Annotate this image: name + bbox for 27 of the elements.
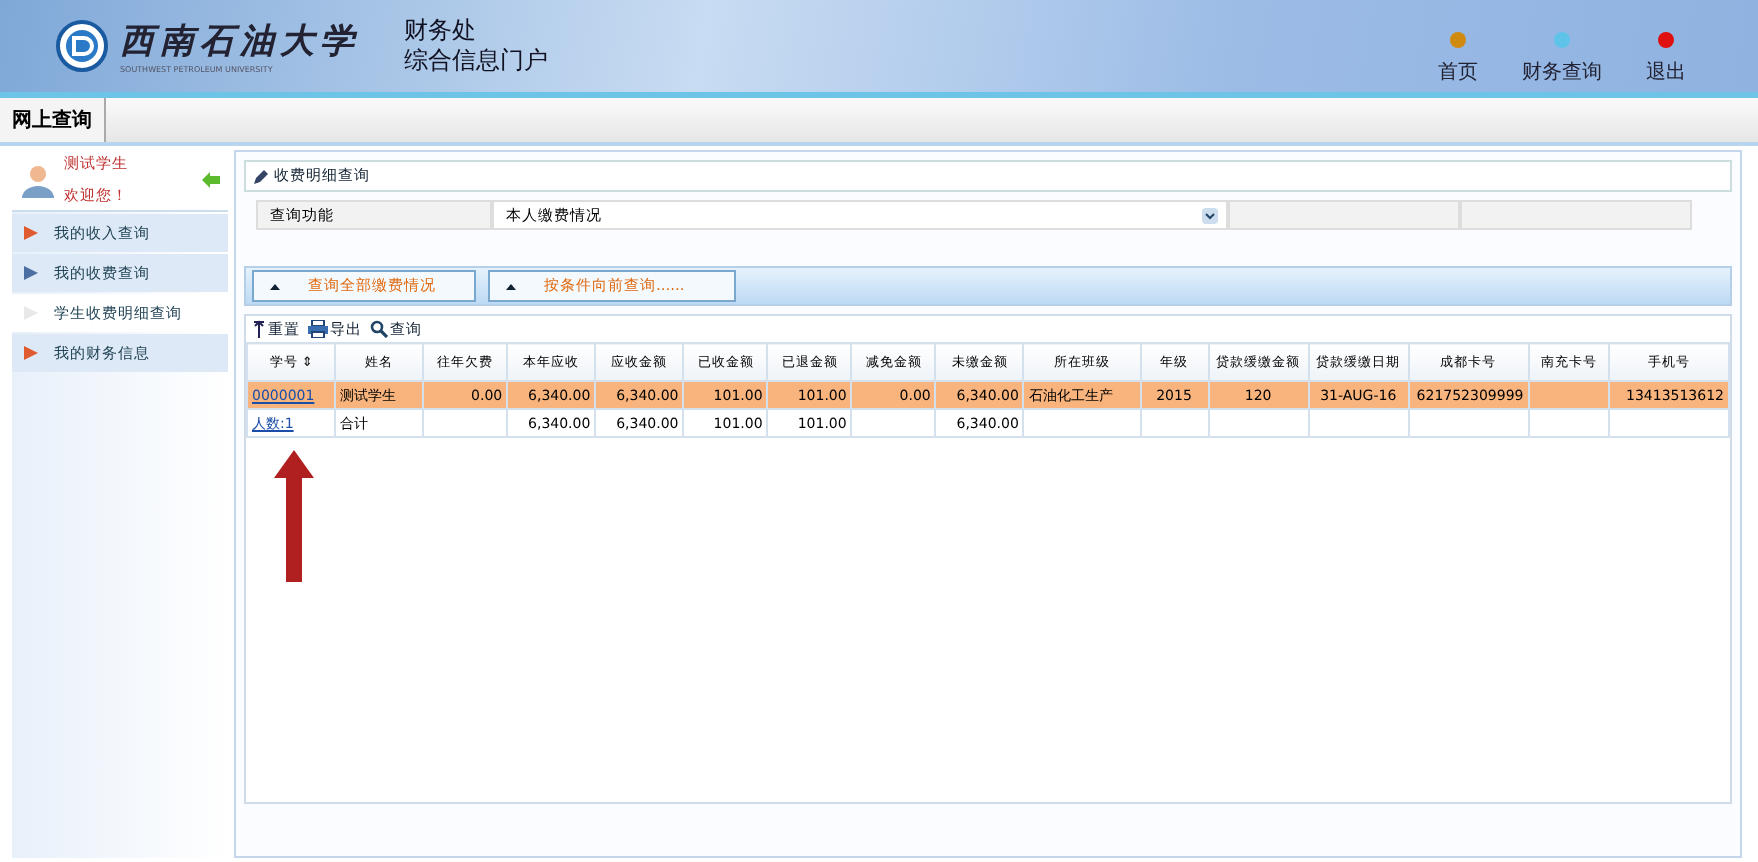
tab[interactable]: 网上查询 (0, 98, 106, 142)
printer-icon (308, 320, 328, 338)
nav-link[interactable]: 首页 (1438, 32, 1478, 86)
up-arrow-drawing (274, 450, 314, 582)
table-cell (1140, 409, 1209, 437)
table-cell (423, 409, 508, 437)
portal-title: 财务处 (404, 16, 478, 46)
portal-title: 综合信息门户 (404, 46, 548, 76)
university-name: 西南石油大学 (120, 20, 360, 64)
nav-link[interactable]: 退出 (1646, 32, 1686, 86)
user-avatar-icon (20, 162, 56, 198)
table-cell (1208, 409, 1309, 437)
table-cell (1528, 409, 1609, 437)
caret-icon (506, 283, 516, 289)
left-arrow-icon[interactable] (202, 172, 220, 188)
table-cell (851, 409, 936, 437)
caret-icon (270, 283, 280, 289)
nav-link[interactable]: 财务查询 (1522, 32, 1602, 86)
table-cell (1528, 381, 1609, 409)
table-cell (1023, 409, 1140, 437)
pencil-icon (254, 169, 268, 183)
dropdown-icon (1202, 207, 1218, 223)
pin-icon (252, 320, 266, 338)
search-icon (370, 320, 388, 338)
table-cell (1308, 409, 1409, 437)
university-emblem-icon (56, 20, 108, 72)
table-cell (1408, 409, 1529, 437)
